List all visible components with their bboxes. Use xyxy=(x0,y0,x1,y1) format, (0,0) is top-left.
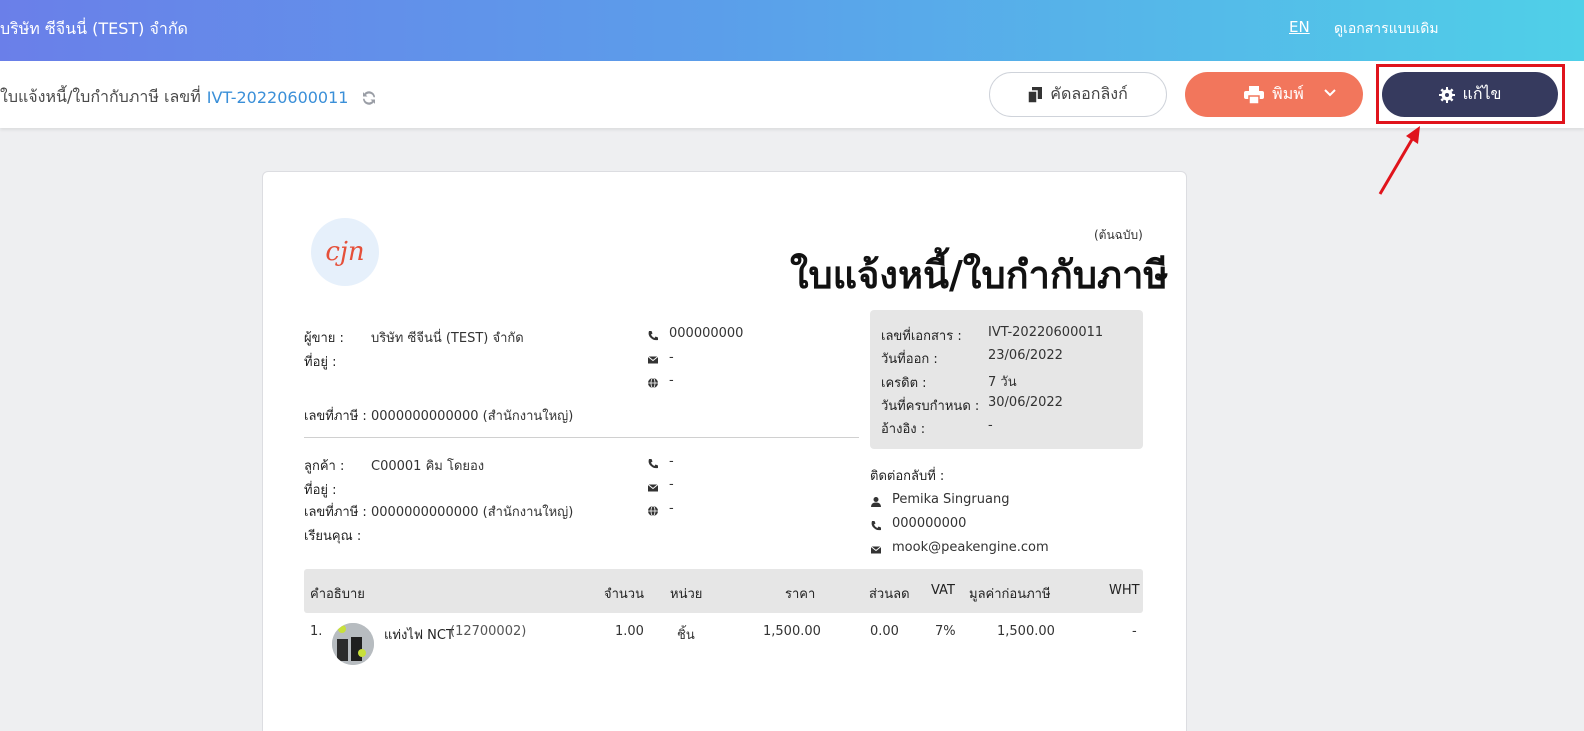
row-wht: - xyxy=(1132,624,1137,639)
row-discount: 0.00 xyxy=(870,624,899,639)
edit-button-highlight xyxy=(1376,64,1565,124)
col-pretax: มูลค่าก่อนภาษี xyxy=(969,587,1051,602)
col-qty: จำนวน xyxy=(604,587,644,602)
copy-link-button[interactable]: คัดลอกลิงก์ xyxy=(989,72,1167,117)
seller-tax-label: เลขที่ภาษี : xyxy=(304,409,367,424)
product-image xyxy=(332,623,374,665)
email-icon xyxy=(870,546,882,554)
row-price: 1,500.00 xyxy=(763,624,821,639)
phone-icon xyxy=(871,521,881,531)
info-ref-label: อ้างอิง : xyxy=(881,422,926,437)
contact-phone: 000000000 xyxy=(892,516,967,531)
row-unit: ชิ้น xyxy=(677,628,695,643)
col-price: ราคา xyxy=(785,587,816,602)
document-type-label: ใบแจ้งหนี้/ใบกำกับภาษี เลขที่ xyxy=(0,87,201,106)
company-logo: cjn xyxy=(311,218,379,286)
refresh-icon[interactable] xyxy=(360,89,378,107)
customer-attn-label: เรียนคุณ : xyxy=(304,529,362,544)
seller-web: - xyxy=(669,373,674,388)
info-ref: - xyxy=(988,418,993,433)
col-discount: ส่วนลด xyxy=(869,587,910,602)
seller-tax-id: 0000000000000 (สำนักงานใหญ่) xyxy=(371,409,574,424)
col-wht: WHT xyxy=(1109,583,1140,598)
contact-email: mook@peakengine.com xyxy=(892,540,1049,555)
customer-name: C00001 คิม โดยอง xyxy=(371,459,485,474)
customer-email: - xyxy=(669,477,674,492)
seller-label: ผู้ขาย : xyxy=(304,331,344,346)
customer-label: ลูกค้า : xyxy=(304,459,345,474)
globe-icon xyxy=(648,505,658,517)
logo-text: cjn xyxy=(325,237,365,267)
company-name: บริษัท ซีจีนนี่ (TEST) จำกัด xyxy=(0,19,188,38)
email-icon xyxy=(647,484,659,492)
legacy-view-link[interactable]: ดูเอกสารแบบเดิม xyxy=(1334,18,1439,40)
customer-tax-id: 0000000000000 (สำนักงานใหญ่) xyxy=(371,505,574,520)
copy-icon xyxy=(1028,86,1043,103)
print-button[interactable]: พิมพ์ xyxy=(1185,72,1363,117)
customer-phone: - xyxy=(669,454,674,469)
customer-tax-label: เลขที่ภาษี : xyxy=(304,505,367,520)
info-doc-no: IVT-20220600011 xyxy=(988,325,1104,340)
email-icon xyxy=(647,356,659,364)
customer-web: - xyxy=(669,501,674,516)
globe-icon xyxy=(648,377,658,389)
phone-icon xyxy=(648,459,658,469)
print-label: พิมพ์ xyxy=(1272,84,1304,103)
customer-address-label: ที่อยู่ : xyxy=(304,483,337,498)
document-heading: ใบแจ้งหนี้/ใบกำกับภาษี เลขที่ IVT-202206… xyxy=(0,85,378,110)
annotation-arrow xyxy=(1378,126,1420,195)
language-switch-link[interactable]: EN xyxy=(1289,18,1310,36)
info-credit-label: เครดิต : xyxy=(881,376,927,391)
info-due-date: 30/06/2022 xyxy=(988,395,1063,410)
row-qty: 1.00 xyxy=(615,624,644,639)
info-issue-label: วันที่ออก : xyxy=(881,352,938,367)
document-number: IVT-20220600011 xyxy=(206,88,349,107)
product-code: (12700002) xyxy=(450,624,527,639)
contact-name: Pemika Singruang xyxy=(892,492,1010,507)
col-vat: VAT xyxy=(931,583,955,598)
copy-link-label: คัดลอกลิงก์ xyxy=(1050,84,1128,103)
info-credit: 7 วัน xyxy=(988,375,1017,390)
contact-label: ติดต่อกลับที่ : xyxy=(870,469,945,484)
product-name: แท่งไฟ NCT xyxy=(384,628,454,643)
chevron-down-icon[interactable] xyxy=(1323,86,1337,100)
document-title: ใบแจ้งหนี้/ใบกำกับภาษี xyxy=(790,253,1169,297)
info-due-label: วันที่ครบกำหนด : xyxy=(881,399,980,414)
row-pretax: 1,500.00 xyxy=(997,624,1055,639)
seller-phone: 000000000 xyxy=(669,326,744,341)
top-header-bar: บริษัท ซีจีนนี่ (TEST) จำกัด EN ดูเอกสาร… xyxy=(0,0,1584,61)
seller-name: บริษัท ซีจีนนี่ (TEST) จำกัด xyxy=(371,331,524,346)
col-unit: หน่วย xyxy=(670,587,703,602)
printer-icon xyxy=(1244,85,1265,104)
row-index: 1. xyxy=(310,624,323,639)
info-issue-date: 23/06/2022 xyxy=(988,348,1063,363)
col-desc: คำอธิบาย xyxy=(310,587,365,602)
section-divider xyxy=(304,437,859,438)
seller-email: - xyxy=(669,350,674,365)
seller-address-label: ที่อยู่ : xyxy=(304,355,337,370)
user-icon xyxy=(871,497,881,507)
phone-icon xyxy=(648,331,658,341)
info-doc-no-label: เลขที่เอกสาร : xyxy=(881,329,962,344)
row-vat: 7% xyxy=(935,624,956,639)
original-copy-tag: (ต้นฉบับ) xyxy=(1094,228,1143,242)
